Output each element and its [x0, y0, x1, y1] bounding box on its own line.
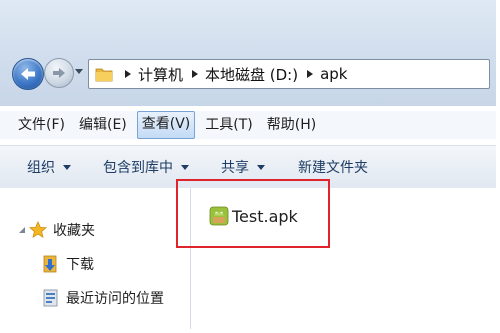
collapse-triangle-icon[interactable]	[18, 226, 26, 234]
menu-file[interactable]: 文件(F)	[14, 112, 69, 138]
menu-edit[interactable]: 编辑(E)	[75, 112, 131, 138]
include-in-library-button[interactable]: 包含到库中	[103, 157, 189, 177]
organize-button[interactable]: 组织	[27, 157, 71, 177]
downloads-label: 下载	[66, 257, 94, 273]
recent-places-icon	[42, 288, 60, 308]
new-folder-label: 新建文件夹	[298, 160, 368, 176]
downloads-folder-icon	[42, 254, 60, 274]
breadcrumb-arrow-icon[interactable]	[307, 70, 314, 78]
file-name: Test.apk	[232, 206, 298, 226]
forward-button[interactable]	[44, 58, 74, 88]
chevron-down-icon	[257, 164, 265, 170]
apk-android-icon	[209, 206, 229, 226]
breadcrumb-computer[interactable]: 计算机	[138, 64, 183, 85]
back-arrow-icon	[20, 67, 36, 81]
breadcrumb-arrow-icon[interactable]	[125, 70, 131, 78]
menu-help[interactable]: 帮助(H)	[263, 112, 320, 138]
navigation-pane: 收藏夹 下载 最近访问的位置	[0, 188, 191, 329]
menu-tools[interactable]: 工具(T)	[201, 112, 256, 138]
address-region: 计算机 本地磁盘 (D:) apk	[0, 0, 496, 106]
menu-view[interactable]: 查看(V)	[136, 111, 196, 139]
nav-item-recent[interactable]: 最近访问的位置	[42, 288, 164, 308]
favorites-label: 收藏夹	[53, 223, 95, 239]
explorer-window: 计算机 本地磁盘 (D:) apk 文件(F) 编辑(E) 查看(V) 工具(T…	[0, 0, 496, 329]
new-folder-button[interactable]: 新建文件夹	[298, 157, 368, 177]
include-library-label: 包含到库中	[103, 160, 173, 176]
forward-arrow-icon	[52, 67, 66, 79]
star-icon	[29, 221, 47, 239]
chevron-down-icon	[63, 164, 71, 170]
share-button[interactable]: 共享	[221, 157, 265, 177]
file-item[interactable]: Test.apk	[209, 206, 298, 226]
folder-icon	[95, 66, 113, 82]
recent-label: 最近访问的位置	[66, 291, 164, 307]
menu-bar: 文件(F) 编辑(E) 查看(V) 工具(T) 帮助(H)	[0, 111, 496, 139]
file-list: Test.apk	[191, 188, 496, 329]
breadcrumb-drive[interactable]: 本地磁盘 (D:)	[205, 64, 298, 85]
command-bar: 组织 包含到库中 共享 新建文件夹	[0, 145, 496, 189]
recent-pages-dropdown[interactable]	[74, 67, 84, 77]
breadcrumb-arrow-icon[interactable]	[192, 70, 199, 78]
address-bar[interactable]: 计算机 本地磁盘 (D:) apk	[88, 59, 490, 89]
nav-item-downloads[interactable]: 下载	[42, 254, 94, 274]
breadcrumb-apk[interactable]: apk	[320, 65, 347, 83]
chevron-down-icon	[181, 164, 189, 170]
share-label: 共享	[221, 160, 249, 176]
chevron-down-icon	[75, 69, 83, 75]
nav-item-favorites[interactable]: 收藏夹	[18, 220, 95, 240]
back-button[interactable]	[12, 58, 44, 90]
organize-label: 组织	[27, 160, 55, 176]
